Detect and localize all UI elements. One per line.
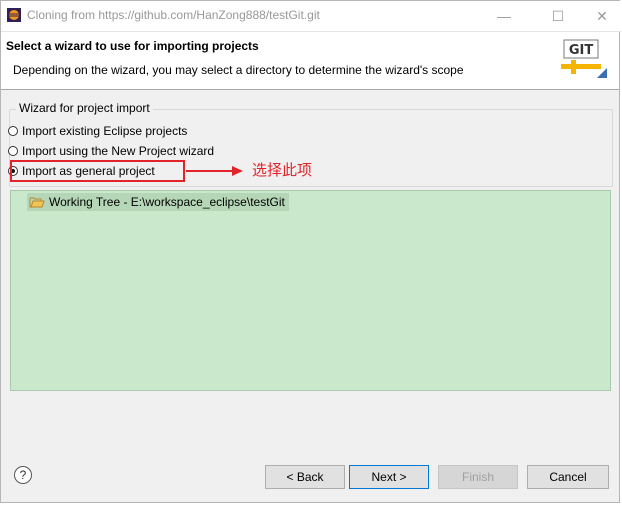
project-tree[interactable]: Working Tree - E:\workspace_eclipse\test…: [10, 190, 611, 391]
minimize-button[interactable]: —: [481, 1, 527, 31]
annotation-arrow-icon: [186, 166, 243, 176]
tree-item[interactable]: Working Tree - E:\workspace_eclipse\test…: [27, 193, 289, 211]
import-wizard-dialog: Cloning from https://github.com/HanZong8…: [0, 0, 621, 503]
close-button[interactable]: ✕: [579, 1, 622, 31]
tree-item-label: Working Tree - E:\workspace_eclipse\test…: [49, 195, 285, 209]
page-title: Select a wizard to use for importing pro…: [6, 39, 259, 53]
window-title: Cloning from https://github.com/HanZong8…: [27, 8, 320, 22]
next-button[interactable]: Next >: [349, 465, 429, 489]
title-bar: Cloning from https://github.com/HanZong8…: [1, 1, 621, 32]
maximize-button[interactable]: ☐: [535, 1, 581, 31]
wizard-header: Select a wizard to use for importing pro…: [1, 32, 619, 90]
help-icon[interactable]: ?: [14, 466, 32, 484]
finish-button[interactable]: Finish: [438, 465, 518, 489]
cancel-button[interactable]: Cancel: [527, 465, 609, 489]
eclipse-app-icon: [7, 8, 21, 22]
radio-label: Import existing Eclipse projects: [22, 124, 188, 138]
radio-import-existing[interactable]: Import existing Eclipse projects: [8, 123, 187, 139]
radio-new-project-wizard[interactable]: Import using the New Project wizard: [8, 143, 214, 159]
radio-label: Import using the New Project wizard: [22, 144, 215, 158]
group-legend: Wizard for project import: [16, 101, 153, 115]
git-logo-icon: GIT: [561, 39, 607, 78]
annotation-text: 选择此项: [252, 161, 313, 179]
radio-button-icon[interactable]: [8, 126, 18, 136]
page-description: Depending on the wizard, you may select …: [13, 63, 464, 77]
folder-open-icon: [29, 197, 45, 208]
annotation-highlight-box: [10, 160, 185, 182]
git-logo-text: GIT: [569, 43, 594, 58]
back-button[interactable]: < Back: [265, 465, 345, 489]
radio-button-icon[interactable]: [8, 146, 18, 156]
